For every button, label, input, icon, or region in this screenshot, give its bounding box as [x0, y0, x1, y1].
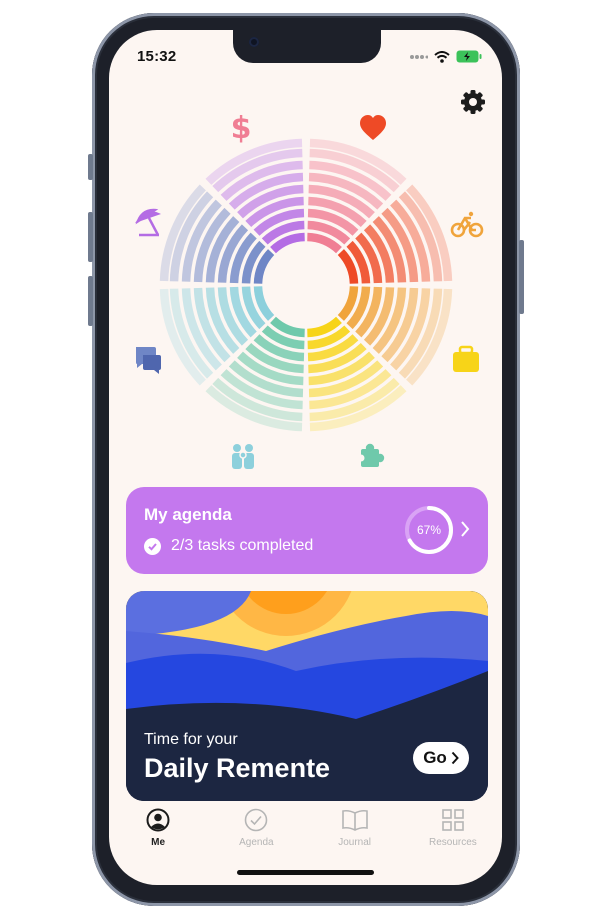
tab-resources[interactable]: Resources [404, 800, 502, 860]
go-button-label: Go [423, 748, 447, 767]
volume-down-button [88, 276, 93, 326]
chevron-right-icon[interactable] [460, 520, 470, 538]
agenda-title: My agenda [144, 505, 232, 524]
tab-bar: Me Agenda Journal Resources [109, 800, 502, 860]
svg-text:$: $ [231, 111, 252, 146]
agenda-progress-label: 67% [416, 523, 442, 537]
grid-icon [442, 809, 464, 831]
tab-resources-label: Resources [428, 837, 477, 848]
app-screen: 15:32 $ My agenda 2/3 tasks completed 67… [109, 30, 502, 885]
power-button [519, 240, 524, 314]
wheel-ring-leisure [270, 232, 305, 254]
heart-icon[interactable] [360, 115, 386, 140]
go-button[interactable]: Go [413, 742, 469, 774]
tab-me-label: Me [151, 837, 166, 848]
book-icon [341, 809, 368, 831]
check-circle-icon [144, 537, 161, 555]
people-icon[interactable] [232, 444, 254, 469]
wheel-ring-work [307, 316, 342, 338]
agenda-tasks: 2/3 tasks completed [144, 537, 313, 555]
tab-journal-label: Journal [338, 837, 372, 848]
profile-icon [146, 808, 170, 832]
daily-title: Daily Remente [144, 753, 331, 783]
wheel-ring-health [337, 249, 359, 284]
daily-remente-card[interactable]: Time for your Daily Remente Go [126, 591, 488, 801]
home-indicator [237, 870, 374, 875]
wheel-ring-activity [337, 286, 359, 321]
chevron-right-icon [451, 751, 459, 765]
tab-journal[interactable]: Journal [306, 800, 404, 860]
bicycle-icon[interactable] [450, 211, 484, 238]
daily-small-text: Time for your [144, 731, 238, 748]
umbrella-icon[interactable] [133, 208, 161, 237]
tab-agenda[interactable]: Agenda [207, 800, 305, 860]
chat-icon[interactable] [136, 347, 161, 374]
wheel-segments [159, 138, 453, 432]
agenda-tasks-text: 2/3 tasks completed [171, 537, 314, 554]
volume-up-button [88, 212, 93, 262]
wheel-ring-growth [270, 316, 305, 338]
wheel-ring-social [253, 249, 275, 284]
wheel-ring-family [253, 286, 275, 321]
agenda-progress-ring: 67% [403, 504, 455, 556]
tab-me[interactable]: Me [109, 800, 207, 860]
briefcase-icon[interactable] [453, 345, 479, 372]
agenda-card[interactable]: My agenda 2/3 tasks completed 67% [126, 487, 488, 574]
wheel-ring-finance [307, 232, 342, 254]
mute-switch [88, 154, 93, 180]
puzzle-icon[interactable] [357, 443, 385, 467]
checkmark-circle-icon [245, 808, 268, 832]
tab-agenda-label: Agenda [239, 837, 274, 848]
dollar-icon[interactable]: $ [231, 111, 252, 146]
life-wheel: $ [133, 111, 484, 469]
